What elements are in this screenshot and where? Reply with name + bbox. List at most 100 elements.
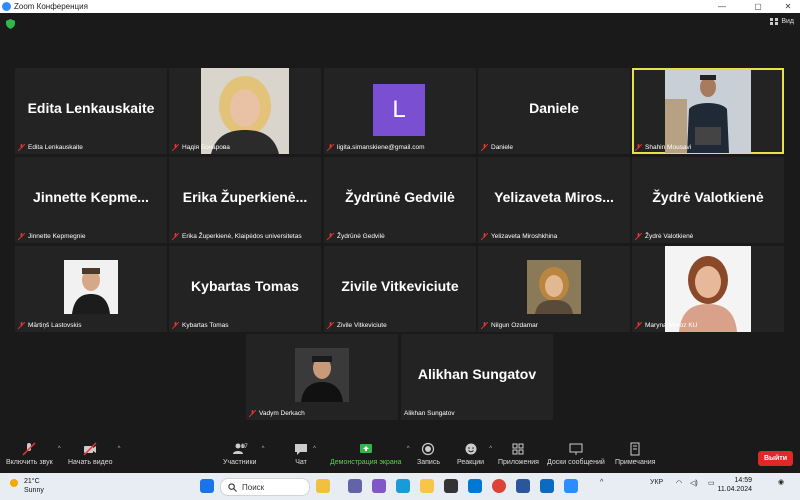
- participant-label: Mārtiņš Lastovskis: [18, 322, 81, 329]
- window-titlebar: Zoom Конференция — ▢ ✕: [0, 0, 800, 13]
- weather-widget[interactable]: 21°C Sunny: [8, 477, 44, 495]
- volume-icon[interactable]: ◁): [690, 479, 698, 487]
- reactions-options-caret[interactable]: ^: [489, 446, 492, 452]
- muted-mic-icon: [249, 410, 256, 417]
- leave-button[interactable]: Выйти: [758, 451, 793, 466]
- close-button[interactable]: ✕: [778, 0, 798, 13]
- wifi-icon[interactable]: ◠: [676, 479, 682, 487]
- participant-tile[interactable]: Žydrūnė Gedvilė Žydrūnė Gedvilė: [324, 157, 476, 243]
- participant-tile[interactable]: Mārtiņš Lastovskis: [15, 246, 167, 332]
- window-title: Zoom Конференция: [14, 2, 88, 11]
- participant-tile-active-speaker[interactable]: Shahin Mousavi: [632, 68, 784, 154]
- whiteboards-button[interactable]: Доски сообщений: [547, 442, 605, 466]
- muted-mic-icon: [327, 144, 334, 151]
- battery-icon[interactable]: ▭: [708, 479, 715, 487]
- video-off-icon: [83, 442, 97, 456]
- participant-tile[interactable]: Alikhan Sungatov Alikhan Sungatov: [401, 334, 553, 420]
- participant-tile[interactable]: Nilgun Ozdamar: [478, 246, 630, 332]
- view-button[interactable]: Вид: [770, 18, 794, 25]
- maximize-button[interactable]: ▢: [748, 0, 768, 13]
- taskbar-clock[interactable]: 14:59 11.04.2024: [717, 476, 752, 494]
- meeting-toolbar: Включить звук ^ Начать видео ^ Участники…: [0, 440, 800, 473]
- participants-options-caret[interactable]: ^: [262, 446, 265, 452]
- participant-tile[interactable]: Žydrė Valotkienė Žydrė Valotkienė: [632, 157, 784, 243]
- participant-tile[interactable]: Надія Бочарова: [169, 68, 321, 154]
- zoom-taskbar-icon[interactable]: [564, 479, 578, 493]
- participant-tile[interactable]: Yelizaveta Miros... Yelizaveta Miroshkhi…: [478, 157, 630, 243]
- teams-icon[interactable]: [348, 479, 362, 493]
- participant-label: Žydrūnė Gedvilė: [327, 233, 385, 240]
- notes-icon: [630, 442, 640, 456]
- muted-mic-icon: [18, 322, 25, 329]
- muted-mic-icon: [481, 233, 488, 240]
- muted-mic-icon: [635, 144, 642, 151]
- viber-icon[interactable]: [372, 479, 386, 493]
- chrome-icon[interactable]: [492, 479, 506, 493]
- participant-tile[interactable]: Edita Lenkauskaite Edita Lenkauskaite: [15, 68, 167, 154]
- participant-label: Edita Lenkauskaite: [18, 144, 83, 151]
- participant-label: Alikhan Sungatov: [404, 410, 455, 417]
- chat-button[interactable]: Чат ^: [294, 442, 316, 466]
- participants-count: 17: [241, 444, 248, 450]
- muted-mic-icon: [172, 144, 179, 151]
- shield-icon[interactable]: [6, 19, 15, 29]
- participant-label: Yelizaveta Miroshkhina: [481, 233, 557, 240]
- participant-tile[interactable]: L ligita.simanskiene@gmail.com: [324, 68, 476, 154]
- edge-icon[interactable]: [396, 479, 410, 493]
- start-video-button[interactable]: Начать видео ^: [68, 442, 120, 466]
- share-screen-icon: [359, 444, 372, 453]
- muted-mic-icon: [327, 233, 334, 240]
- share-screen-button[interactable]: Демонстрация экрана ^: [330, 442, 410, 466]
- participant-video: [527, 260, 581, 314]
- mail-icon[interactable]: [468, 479, 482, 493]
- muted-mic-icon: [172, 233, 179, 240]
- participant-tile[interactable]: Maryna Moroz KU: [632, 246, 784, 332]
- store-icon[interactable]: [444, 479, 458, 493]
- taskbar-search[interactable]: Поиск: [220, 478, 310, 496]
- vpn-icon[interactable]: [540, 479, 554, 493]
- notes-button[interactable]: Примечания: [615, 442, 655, 466]
- muted-mic-icon: [481, 322, 488, 329]
- tray-expand-icon[interactable]: ^: [600, 479, 603, 486]
- chat-options-caret[interactable]: ^: [313, 446, 316, 452]
- participant-name-display: Yelizaveta Miros...: [494, 189, 614, 205]
- reactions-button[interactable]: Реакции ^: [457, 442, 492, 466]
- file-explorer-icon[interactable]: [420, 479, 434, 493]
- grid-view-icon: [770, 18, 779, 25]
- audio-options-caret[interactable]: ^: [58, 446, 61, 452]
- reactions-icon: [465, 443, 477, 455]
- whiteboard-icon: [569, 443, 583, 455]
- unmute-button[interactable]: Включить звук ^: [6, 442, 61, 466]
- participant-label: Nilgun Ozdamar: [481, 322, 538, 329]
- gallery-view: Edita Lenkauskaite Edita Lenkauskaite На…: [0, 35, 800, 440]
- language-indicator[interactable]: УКР: [650, 479, 663, 486]
- word-icon[interactable]: [516, 479, 530, 493]
- muted-mic-icon: [22, 442, 36, 456]
- participant-label: Надія Бочарова: [172, 144, 230, 151]
- notifications-icon[interactable]: ◉: [778, 478, 784, 486]
- muted-mic-icon: [635, 322, 642, 329]
- participant-tile[interactable]: Zivile Vitkeviciute Zivile Vitkeviciute: [324, 246, 476, 332]
- minimize-button[interactable]: —: [712, 0, 732, 13]
- participant-tile[interactable]: Jinnette Kepme... Jinnette Kepmegnie: [15, 157, 167, 243]
- participant-label: ligita.simanskiene@gmail.com: [327, 144, 425, 151]
- start-menu-icon[interactable]: [200, 479, 214, 493]
- participant-label: Žydrė Valotkienė: [635, 233, 693, 240]
- participant-name-display: Jinnette Kepme...: [33, 189, 149, 205]
- participant-label: Maryna Moroz KU: [635, 322, 697, 329]
- widget-landscape-icon[interactable]: [316, 479, 330, 493]
- participant-tile[interactable]: Vadym Derkach: [246, 334, 398, 420]
- participant-tile[interactable]: Daniele Daniele: [478, 68, 630, 154]
- participant-label: Daniele: [481, 144, 513, 151]
- video-options-caret[interactable]: ^: [118, 446, 121, 452]
- participants-button[interactable]: Участники 17 ^: [223, 442, 264, 466]
- share-options-caret[interactable]: ^: [407, 446, 410, 452]
- participant-name-display: Kybartas Tomas: [191, 278, 299, 294]
- participant-label: Erika Župerkienė, Klaipėdos universiteta…: [172, 233, 302, 240]
- participant-tile[interactable]: Kybartas Tomas Kybartas Tomas: [169, 246, 321, 332]
- record-button[interactable]: Запись: [417, 442, 440, 466]
- muted-mic-icon: [172, 322, 179, 329]
- participant-name-display: Žydrė Valotkienė: [652, 189, 764, 205]
- participant-tile[interactable]: Erika Župerkienė... Erika Župerkienė, Kl…: [169, 157, 321, 243]
- apps-button[interactable]: Приложения: [498, 442, 539, 466]
